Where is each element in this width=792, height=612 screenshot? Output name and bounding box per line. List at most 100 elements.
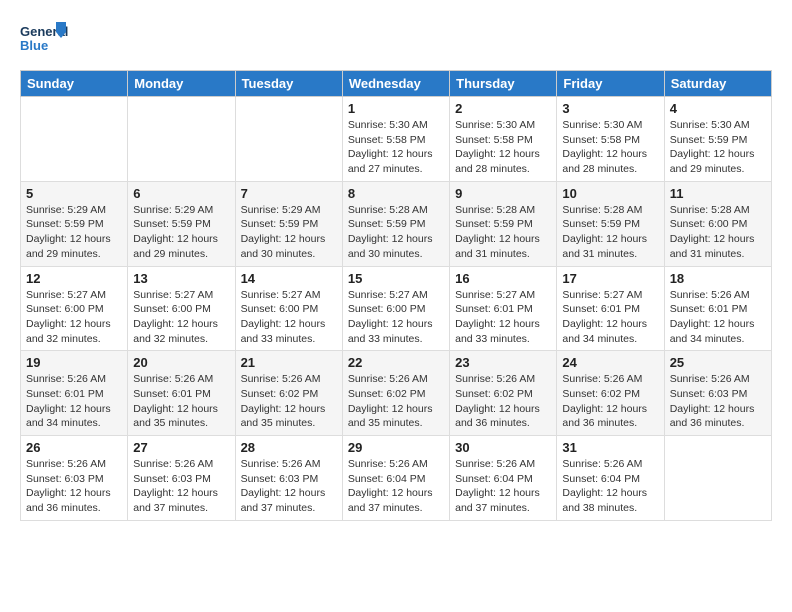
day-info: Sunrise: 5:27 AMSunset: 6:00 PMDaylight:… (241, 288, 337, 347)
calendar-cell (235, 97, 342, 182)
day-number: 29 (348, 440, 444, 455)
day-number: 10 (562, 186, 658, 201)
calendar-cell: 3 Sunrise: 5:30 AMSunset: 5:58 PMDaylight… (557, 97, 664, 182)
day-info: Sunrise: 5:26 AMSunset: 6:02 PMDaylight:… (348, 372, 444, 431)
calendar-cell: 15 Sunrise: 5:27 AMSunset: 6:00 PMDayligh… (342, 266, 449, 351)
calendar-cell: 5 Sunrise: 5:29 AMSunset: 5:59 PMDaylight… (21, 181, 128, 266)
day-number: 19 (26, 355, 122, 370)
day-info: Sunrise: 5:26 AMSunset: 6:03 PMDaylight:… (26, 457, 122, 516)
day-info: Sunrise: 5:29 AMSunset: 5:59 PMDaylight:… (133, 203, 229, 262)
day-number: 30 (455, 440, 551, 455)
weekday-header-thursday: Thursday (450, 71, 557, 97)
calendar-cell: 23Sunrise: 5:26 AMSunset: 6:02 PMDayligh… (450, 351, 557, 436)
calendar-week-row: 26 Sunrise: 5:26 AMSunset: 6:03 PMDayligh… (21, 436, 772, 521)
day-number: 26 (26, 440, 122, 455)
logo-svg: General Blue (20, 20, 70, 62)
day-number: 22 (348, 355, 444, 370)
calendar-cell: 18 Sunrise: 5:26 AMSunset: 6:01 PMDayligh… (664, 266, 771, 351)
day-number: 31 (562, 440, 658, 455)
calendar-cell: 20 Sunrise: 5:26 AMSunset: 6:01 PMDayligh… (128, 351, 235, 436)
day-info: Sunrise: 5:28 AMSunset: 5:59 PMDaylight:… (348, 203, 444, 262)
day-info: Sunrise: 5:26 AMSunset: 6:01 PMDaylight:… (670, 288, 766, 347)
weekday-header-wednesday: Wednesday (342, 71, 449, 97)
calendar-cell: 17 Sunrise: 5:27 AMSunset: 6:01 PMDayligh… (557, 266, 664, 351)
day-number: 8 (348, 186, 444, 201)
day-number: 9 (455, 186, 551, 201)
svg-text:Blue: Blue (20, 38, 48, 53)
day-number: 28 (241, 440, 337, 455)
day-number: 6 (133, 186, 229, 201)
calendar-week-row: 1 Sunrise: 5:30 AMSunset: 5:58 PMDaylight… (21, 97, 772, 182)
day-info: Sunrise: 5:26 AMSunset: 6:02 PMDaylight:… (241, 372, 337, 431)
calendar-week-row: 19 Sunrise: 5:26 AMSunset: 6:01 PMDayligh… (21, 351, 772, 436)
day-number: 3 (562, 101, 658, 116)
calendar-cell (21, 97, 128, 182)
day-info: Sunrise: 5:26 AMSunset: 6:01 PMDaylight:… (26, 372, 122, 431)
calendar-cell: 16 Sunrise: 5:27 AMSunset: 6:01 PMDayligh… (450, 266, 557, 351)
day-number: 2 (455, 101, 551, 116)
day-number: 23 (455, 355, 551, 370)
calendar-cell: 21 Sunrise: 5:26 AMSunset: 6:02 PMDayligh… (235, 351, 342, 436)
calendar-week-row: 12 Sunrise: 5:27 AMSunset: 6:00 PMDayligh… (21, 266, 772, 351)
calendar-cell: 11Sunrise: 5:28 AMSunset: 6:00 PMDayligh… (664, 181, 771, 266)
logo: General Blue (20, 20, 70, 62)
calendar-cell: 14 Sunrise: 5:27 AMSunset: 6:00 PMDayligh… (235, 266, 342, 351)
calendar-cell: 2 Sunrise: 5:30 AMSunset: 5:58 PMDaylight… (450, 97, 557, 182)
day-number: 21 (241, 355, 337, 370)
day-number: 27 (133, 440, 229, 455)
day-info: Sunrise: 5:30 AMSunset: 5:58 PMDaylight:… (455, 118, 551, 177)
weekday-header-friday: Friday (557, 71, 664, 97)
calendar-cell: 6 Sunrise: 5:29 AMSunset: 5:59 PMDaylight… (128, 181, 235, 266)
day-number: 12 (26, 271, 122, 286)
day-info: Sunrise: 5:30 AMSunset: 5:59 PMDaylight:… (670, 118, 766, 177)
day-number: 5 (26, 186, 122, 201)
calendar-cell: 29 Sunrise: 5:26 AMSunset: 6:04 PMDayligh… (342, 436, 449, 521)
calendar-header: SundayMondayTuesdayWednesdayThursdayFrid… (21, 71, 772, 97)
day-info: Sunrise: 5:26 AMSunset: 6:03 PMDaylight:… (670, 372, 766, 431)
day-number: 16 (455, 271, 551, 286)
day-info: Sunrise: 5:27 AMSunset: 6:00 PMDaylight:… (26, 288, 122, 347)
calendar-cell: 30 Sunrise: 5:26 AMSunset: 6:04 PMDayligh… (450, 436, 557, 521)
calendar-cell: 24 Sunrise: 5:26 AMSunset: 6:02 PMDayligh… (557, 351, 664, 436)
day-info: Sunrise: 5:26 AMSunset: 6:04 PMDaylight:… (562, 457, 658, 516)
weekday-header-sunday: Sunday (21, 71, 128, 97)
calendar-cell: 27 Sunrise: 5:26 AMSunset: 6:03 PMDayligh… (128, 436, 235, 521)
day-number: 24 (562, 355, 658, 370)
day-info: Sunrise: 5:27 AMSunset: 6:00 PMDaylight:… (348, 288, 444, 347)
day-number: 13 (133, 271, 229, 286)
day-info: Sunrise: 5:30 AMSunset: 5:58 PMDaylight:… (348, 118, 444, 177)
day-info: Sunrise: 5:26 AMSunset: 6:01 PMDaylight:… (133, 372, 229, 431)
calendar-cell: 26 Sunrise: 5:26 AMSunset: 6:03 PMDayligh… (21, 436, 128, 521)
day-number: 14 (241, 271, 337, 286)
calendar-cell: 19 Sunrise: 5:26 AMSunset: 6:01 PMDayligh… (21, 351, 128, 436)
calendar-cell: 4 Sunrise: 5:30 AMSunset: 5:59 PMDaylight… (664, 97, 771, 182)
day-info: Sunrise: 5:28 AMSunset: 5:59 PMDaylight:… (562, 203, 658, 262)
day-number: 11 (670, 186, 766, 201)
calendar-cell: 9 Sunrise: 5:28 AMSunset: 5:59 PMDaylight… (450, 181, 557, 266)
day-info: Sunrise: 5:26 AMSunset: 6:04 PMDaylight:… (348, 457, 444, 516)
calendar-cell: 7Sunrise: 5:29 AMSunset: 5:59 PMDaylight… (235, 181, 342, 266)
day-info: Sunrise: 5:26 AMSunset: 6:02 PMDaylight:… (562, 372, 658, 431)
calendar-cell (664, 436, 771, 521)
calendar-cell: 10 Sunrise: 5:28 AMSunset: 5:59 PMDayligh… (557, 181, 664, 266)
calendar-cell (128, 97, 235, 182)
calendar-cell: 13 Sunrise: 5:27 AMSunset: 6:00 PMDayligh… (128, 266, 235, 351)
day-info: Sunrise: 5:26 AMSunset: 6:04 PMDaylight:… (455, 457, 551, 516)
calendar-cell: 12 Sunrise: 5:27 AMSunset: 6:00 PMDayligh… (21, 266, 128, 351)
calendar-cell: 25Sunrise: 5:26 AMSunset: 6:03 PMDayligh… (664, 351, 771, 436)
calendar-body: 1 Sunrise: 5:30 AMSunset: 5:58 PMDaylight… (21, 97, 772, 521)
day-info: Sunrise: 5:28 AMSunset: 5:59 PMDaylight:… (455, 203, 551, 262)
calendar-cell: 22 Sunrise: 5:26 AMSunset: 6:02 PMDayligh… (342, 351, 449, 436)
day-number: 4 (670, 101, 766, 116)
day-info: Sunrise: 5:27 AMSunset: 6:01 PMDaylight:… (562, 288, 658, 347)
day-number: 20 (133, 355, 229, 370)
day-number: 17 (562, 271, 658, 286)
day-number: 18 (670, 271, 766, 286)
day-info: Sunrise: 5:27 AMSunset: 6:01 PMDaylight:… (455, 288, 551, 347)
day-info: Sunrise: 5:26 AMSunset: 6:03 PMDaylight:… (133, 457, 229, 516)
day-number: 15 (348, 271, 444, 286)
day-number: 1 (348, 101, 444, 116)
day-info: Sunrise: 5:30 AMSunset: 5:58 PMDaylight:… (562, 118, 658, 177)
day-info: Sunrise: 5:29 AMSunset: 5:59 PMDaylight:… (26, 203, 122, 262)
day-info: Sunrise: 5:27 AMSunset: 6:00 PMDaylight:… (133, 288, 229, 347)
